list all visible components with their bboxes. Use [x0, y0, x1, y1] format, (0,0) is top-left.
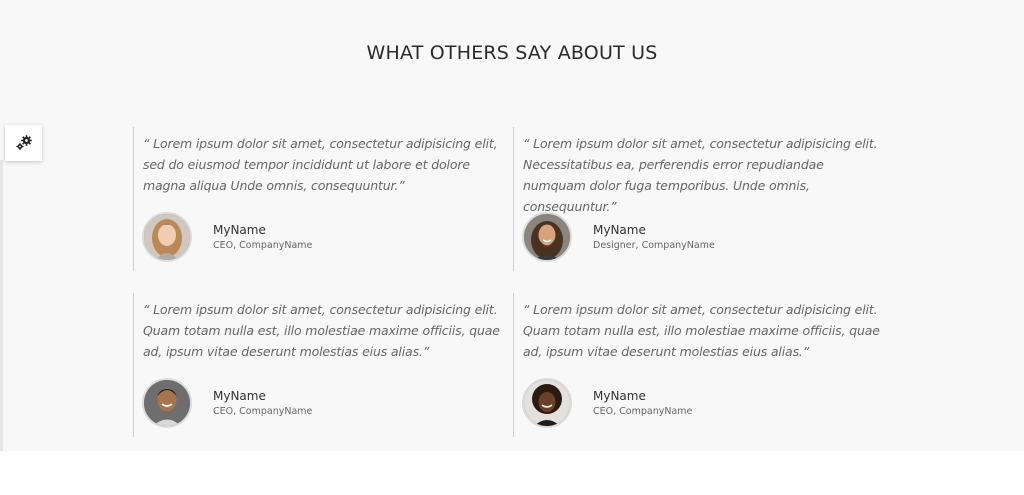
testimonial-quote: “ Lorem ipsum dolor sit amet, consectetu… [143, 136, 498, 193]
testimonial-name: MyName [593, 389, 646, 403]
testimonial-role: CEO, CompanyName [213, 240, 313, 251]
testimonial-quote: “ Lorem ipsum dolor sit amet, consectetu… [523, 302, 880, 359]
section-title: WHAT OTHERS SAY ABOUT US [366, 42, 658, 64]
avatar [142, 378, 192, 428]
testimonial-role: CEO, CompanyName [213, 406, 313, 417]
testimonial-card: “ Lorem ipsum dolor sit amet, consectetu… [513, 293, 880, 437]
settings-button[interactable] [5, 125, 42, 161]
testimonial-card: “ Lorem ipsum dolor sit amet, consectetu… [513, 127, 878, 271]
left-edge-divider [0, 160, 3, 451]
testimonial-name: MyName [213, 389, 266, 403]
testimonial-card: “ Lorem ipsum dolor sit amet, consectetu… [133, 293, 500, 437]
avatar [522, 378, 572, 428]
testimonial-name: MyName [593, 223, 646, 237]
testimonial-quote: “ Lorem ipsum dolor sit amet, consectetu… [143, 302, 500, 359]
testimonials-section: WHAT OTHERS SAY ABOUT US “ Lorem ipsum d… [0, 0, 1024, 451]
testimonial-quote: “ Lorem ipsum dolor sit amet, consectetu… [523, 136, 878, 214]
gears-icon [15, 135, 32, 151]
avatar [522, 212, 572, 262]
testimonial-role: CEO, CompanyName [593, 406, 693, 417]
testimonial-role: Designer, CompanyName [593, 240, 715, 251]
avatar [142, 212, 192, 262]
testimonial-card: “ Lorem ipsum dolor sit amet, consectetu… [133, 127, 498, 271]
testimonial-name: MyName [213, 223, 266, 237]
